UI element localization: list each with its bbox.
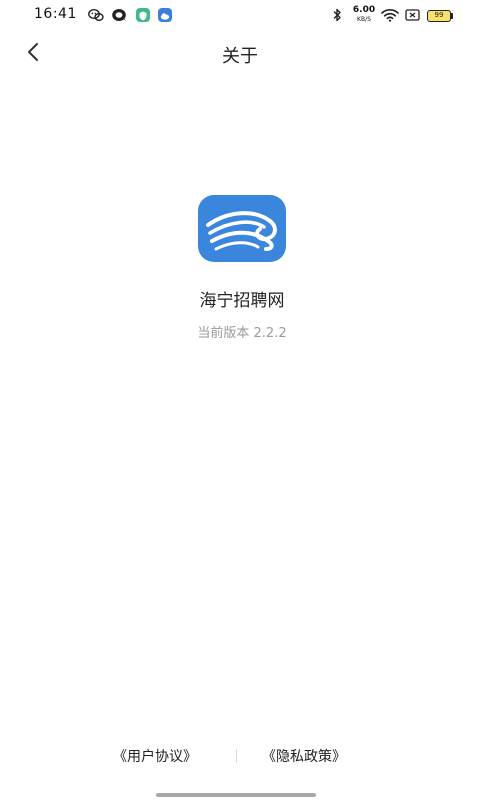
app-name: 海宁招聘网 bbox=[199, 291, 285, 311]
page-title: 关于 bbox=[222, 46, 258, 67]
battery-tip bbox=[451, 13, 453, 19]
network-speed-value: 6.00 bbox=[352, 5, 376, 15]
bluetooth-icon bbox=[333, 8, 341, 22]
network-speed-unit: KB/S bbox=[357, 16, 371, 23]
sim-icon bbox=[405, 9, 420, 21]
network-speed: 6.00 KB/S bbox=[351, 6, 377, 24]
chat-bubble-icon bbox=[112, 9, 126, 21]
status-bar: 16:41 6.00 KB/S 99 bbox=[0, 0, 480, 30]
status-time: 16:41 bbox=[34, 6, 77, 22]
app-version: 当前版本 2.2.2 bbox=[197, 326, 287, 341]
battery-icon: 99 bbox=[427, 10, 451, 22]
security-app-icon bbox=[136, 8, 150, 22]
wifi-icon bbox=[381, 9, 399, 22]
app-logo bbox=[198, 195, 286, 262]
wave-logo-icon bbox=[206, 211, 277, 251]
home-indicator[interactable] bbox=[156, 793, 316, 797]
privacy-policy-link[interactable]: 《隐私政策》 bbox=[262, 746, 346, 766]
user-agreement-link[interactable]: 《用户协议》 bbox=[113, 746, 197, 766]
footer-divider bbox=[236, 749, 237, 763]
wechat-icon bbox=[88, 8, 104, 21]
cloud-app-icon bbox=[158, 8, 172, 22]
